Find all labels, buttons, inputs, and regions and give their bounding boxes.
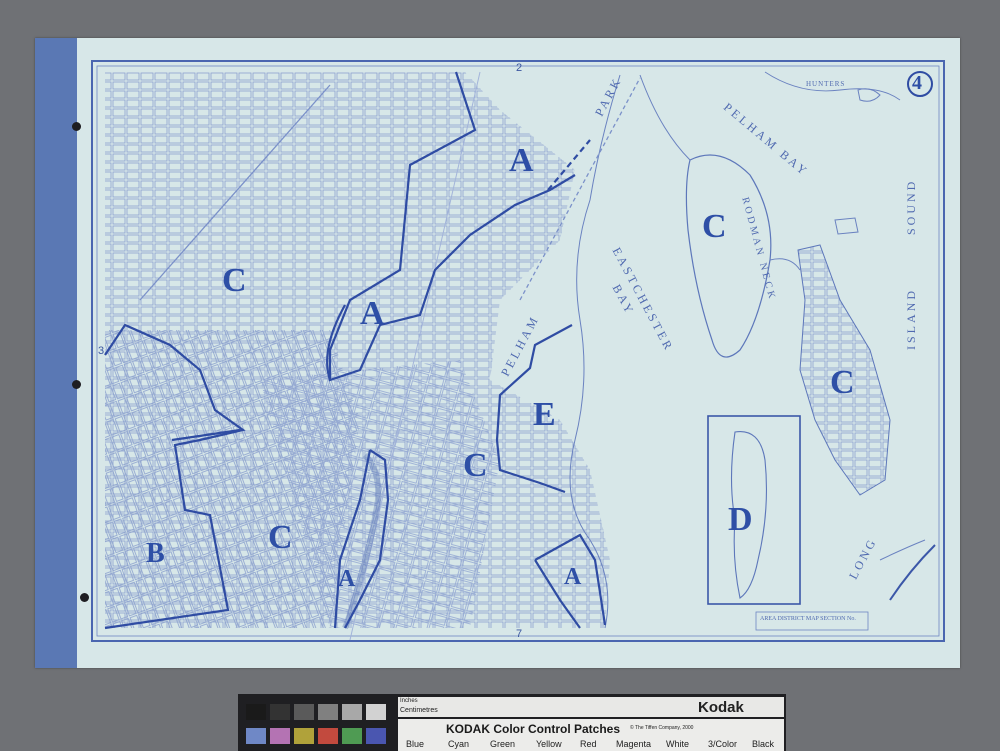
label-hunters: HUNTERS [806,80,846,88]
gray-patch [270,704,290,720]
zone-label-a-southeast: A [564,564,582,590]
zone-label-c-city-island: C [830,364,855,401]
color-patch [246,728,266,744]
edge-number-left: 3 [98,345,105,357]
gray-patch [342,704,362,720]
zone-label-c-northwest: C [222,262,247,299]
patch-label-cyan: Cyan [448,739,470,749]
zone-label-a-north: A [509,142,534,179]
patch-label-magenta: Magenta [616,739,652,749]
zone-label-d-hart-island: D [728,501,753,538]
patch-label-green: Green [490,739,516,749]
centimetres-label: Centimetres [400,707,438,714]
zone-label-c-central: C [463,447,488,484]
patch-label-3color: 3/Color [708,739,738,749]
inches-label: Inches [400,698,418,704]
color-patch [270,728,290,744]
centimetre-ruler: Inches Centimetres Kodak [398,697,784,717]
patch-label-red: Red [580,739,597,749]
target-copyright: © The Tiffen Company, 2000 [630,725,694,731]
kodak-logo: Kodak [698,699,744,716]
inset-caption: AREA DISTRICT MAP SECTION No. [760,616,856,622]
patch-label-yellow: Yellow [536,739,562,749]
color-patch [342,728,362,744]
zone-label-c-rodman-neck: C [702,208,727,245]
color-patch [294,728,314,744]
gray-patch [366,704,386,720]
zone-label-b-southwest: B [146,538,165,569]
patch-label-black: Black [752,739,775,749]
gray-patch [294,704,314,720]
plate-number: 4 [912,72,922,94]
edge-number-top: 2 [516,62,523,74]
edge-number-bottom: 7 [516,628,523,640]
target-title: KODAK Color Control Patches [446,722,621,736]
label-sound: SOUND [904,178,918,235]
gray-patch [318,704,338,720]
patch-label-blue: Blue [406,739,425,749]
color-patch-strip: KODAK Color Control Patches © The Tiffen… [398,719,784,751]
label-island: ISLAND [904,288,918,350]
gray-patch [246,704,266,720]
zone-label-c-south: C [268,519,293,556]
zone-label-e: E [533,396,556,433]
zone-label-a-river: A [360,295,385,332]
zone-label-a-bronx-river: A [338,566,356,592]
color-patch [366,728,386,744]
patch-label-white: White [666,739,690,749]
color-patch [318,728,338,744]
